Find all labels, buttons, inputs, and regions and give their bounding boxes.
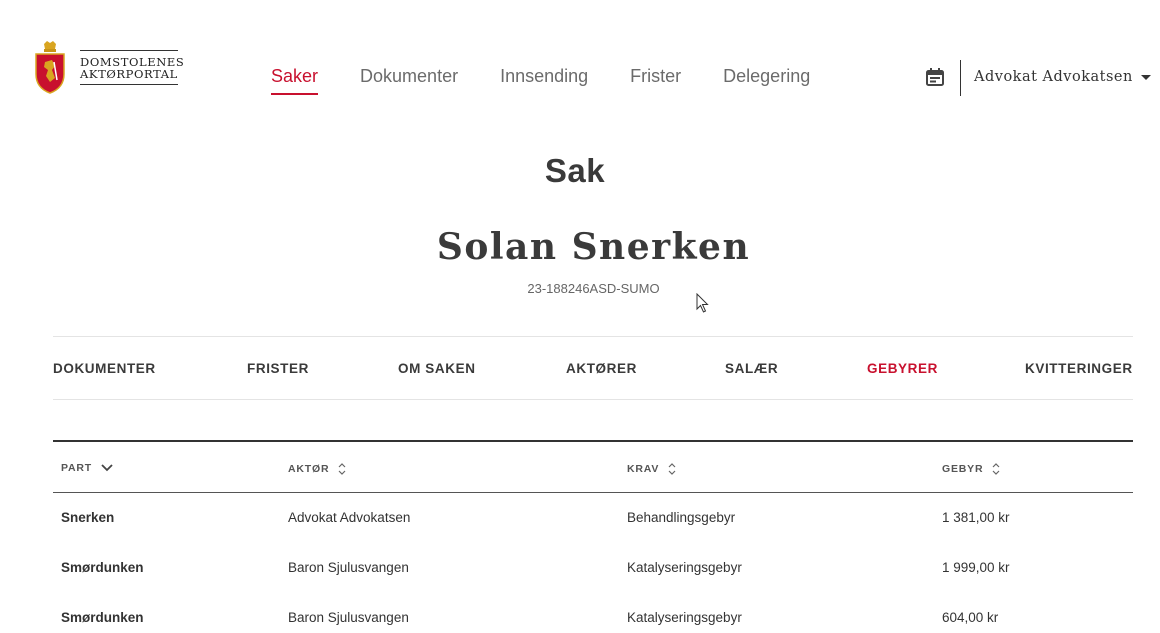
cell-part: Smørdunken bbox=[61, 610, 144, 625]
user-name: Advokat Advokatsen bbox=[974, 69, 1133, 85]
cell-gebyr: 1 999,00 kr bbox=[942, 560, 1010, 575]
cell-krav: Katalyseringsgebyr bbox=[627, 610, 742, 625]
case-tabs: DOKUMENTER FRISTER OM SAKEN AKTØRER SALÆ… bbox=[53, 336, 1133, 400]
cell-krav: Katalyseringsgebyr bbox=[627, 560, 742, 575]
nav-item-delegering[interactable]: Delegering bbox=[723, 66, 810, 95]
nav-item-saker[interactable]: Saker bbox=[271, 66, 319, 95]
tab-salaer[interactable]: SALÆR bbox=[725, 361, 778, 376]
tab-aktorer[interactable]: AKTØRER bbox=[566, 361, 637, 376]
cell-gebyr: 604,00 kr bbox=[942, 610, 999, 625]
app-header: DOMSTOLENES AKTØRPORTAL Saker Dokumenter… bbox=[0, 0, 1160, 140]
column-header-aktor[interactable]: AKTØR bbox=[288, 462, 347, 476]
header-divider bbox=[960, 60, 961, 96]
table-row: Snerken Advokat Advokatsen Behandlingsge… bbox=[53, 493, 1133, 543]
chevron-down-icon bbox=[101, 464, 113, 472]
column-header-label: AKTØR bbox=[288, 463, 330, 475]
column-header-label: KRAV bbox=[627, 463, 660, 475]
table-header: PART AKTØR KRAV GEBYR bbox=[53, 442, 1133, 493]
mouse-cursor-icon bbox=[696, 293, 709, 313]
cell-aktor: Baron Sjulusvangen bbox=[288, 610, 409, 625]
cell-aktor: Advokat Advokatsen bbox=[288, 510, 411, 525]
fees-table: PART AKTØR KRAV GEBYR Snerken Advokat Ad bbox=[53, 440, 1133, 633]
coat-of-arms-icon bbox=[35, 41, 65, 94]
tab-om-saken[interactable]: OM SAKEN bbox=[398, 361, 476, 376]
logo[interactable]: DOMSTOLENES AKTØRPORTAL bbox=[33, 40, 185, 94]
case-name: Solan Snerken bbox=[436, 226, 751, 268]
column-header-part[interactable]: PART bbox=[61, 462, 114, 474]
tab-gebyrer[interactable]: GEBYRER bbox=[867, 361, 938, 376]
sort-icon bbox=[992, 463, 1000, 475]
main-nav: Saker Dokumenter Innsending Frister Dele… bbox=[271, 66, 852, 95]
cell-krav: Behandlingsgebyr bbox=[627, 510, 736, 525]
cell-part: Snerken bbox=[61, 510, 115, 525]
cell-part: Smørdunken bbox=[61, 560, 144, 575]
table-row: Smørdunken Baron Sjulusvangen Katalyseri… bbox=[53, 593, 1133, 633]
tab-dokumenter[interactable]: DOKUMENTER bbox=[53, 361, 156, 376]
tab-kvitteringer[interactable]: KVITTERINGER bbox=[1025, 361, 1133, 376]
cell-aktor: Baron Sjulusvangen bbox=[288, 560, 409, 575]
column-header-label: GEBYR bbox=[942, 463, 984, 475]
caret-down-icon bbox=[1140, 74, 1151, 80]
cell-gebyr: 1 381,00 kr bbox=[942, 510, 1010, 525]
nav-item-frister[interactable]: Frister bbox=[630, 66, 681, 95]
column-header-krav[interactable]: KRAV bbox=[627, 462, 677, 476]
calendar-icon[interactable] bbox=[925, 67, 945, 87]
column-header-label: PART bbox=[61, 462, 93, 474]
sort-icon bbox=[338, 463, 346, 475]
nav-item-dokumenter[interactable]: Dokumenter bbox=[360, 66, 458, 95]
tab-frister[interactable]: FRISTER bbox=[247, 361, 309, 376]
column-header-gebyr[interactable]: GEBYR bbox=[942, 462, 1001, 476]
sort-icon bbox=[668, 463, 676, 475]
brand-line-2: AKTØRPORTAL bbox=[80, 66, 178, 81]
user-menu[interactable]: Advokat Advokatsen bbox=[974, 69, 1151, 85]
brand-text: DOMSTOLENES AKTØRPORTAL bbox=[80, 49, 185, 85]
table-row: Smørdunken Baron Sjulusvangen Katalyseri… bbox=[53, 543, 1133, 593]
nav-item-innsending[interactable]: Innsending bbox=[500, 66, 588, 95]
brand-line-1: DOMSTOLENES bbox=[80, 54, 185, 69]
case-id: 23-188246ASD-SUMO bbox=[527, 281, 660, 296]
page-title: Sak bbox=[544, 152, 606, 189]
